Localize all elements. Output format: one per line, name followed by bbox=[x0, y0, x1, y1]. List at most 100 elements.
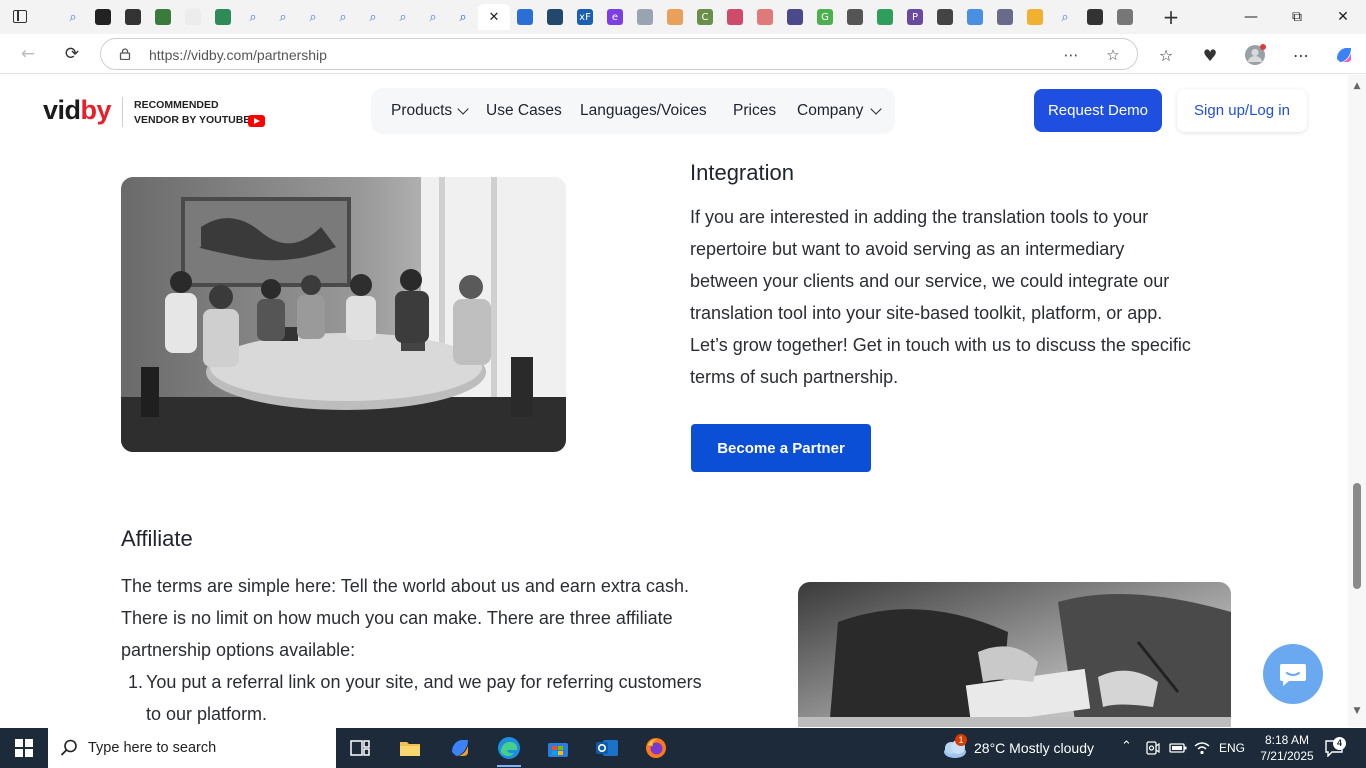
start-button[interactable] bbox=[0, 728, 48, 768]
browser-tab[interactable] bbox=[780, 4, 810, 30]
browser-tab[interactable] bbox=[630, 4, 660, 30]
close-icon[interactable]: ✕ bbox=[489, 10, 500, 25]
browser-tab[interactable]: ⌕ bbox=[238, 4, 268, 30]
affiliate-line: The terms are simple here: Tell the worl… bbox=[121, 576, 689, 596]
refresh-button[interactable]: ⟳ bbox=[60, 42, 84, 66]
become-partner-button[interactable]: Become a Partner bbox=[691, 424, 871, 472]
settings-menu-icon[interactable]: ⋯ bbox=[1290, 44, 1312, 66]
search-icon: ⌕ bbox=[309, 9, 317, 25]
browser-tab[interactable] bbox=[750, 4, 780, 30]
gear-icon bbox=[637, 9, 653, 25]
browser-tab[interactable]: G bbox=[810, 4, 840, 30]
browser-tab[interactable]: ⌕ bbox=[388, 4, 418, 30]
nav-languages-voices[interactable]: Languages/Voices bbox=[580, 102, 707, 120]
browser-tab[interactable] bbox=[208, 4, 238, 30]
scrollbar-thumb[interactable] bbox=[1353, 483, 1361, 589]
back-button[interactable]: ← bbox=[16, 42, 40, 66]
task-view-icon[interactable] bbox=[340, 732, 380, 764]
copilot-icon[interactable] bbox=[1333, 44, 1355, 66]
chevron-down-icon[interactable] bbox=[457, 103, 469, 115]
browser-essentials-icon[interactable]: ♥ bbox=[1199, 44, 1221, 66]
browser-tab[interactable] bbox=[1110, 4, 1140, 30]
vendor-line1: RECOMMENDED bbox=[134, 99, 219, 111]
chevron-up-icon[interactable]: ⌃ bbox=[1121, 739, 1132, 754]
nav-use-cases[interactable]: Use Cases bbox=[486, 102, 562, 120]
more-tools-icon[interactable]: ⋯ bbox=[1061, 45, 1081, 65]
favorites-icon[interactable]: ☆ bbox=[1155, 44, 1177, 66]
browser-tab[interactable] bbox=[540, 4, 570, 30]
notification-center-icon[interactable]: 4 bbox=[1324, 737, 1346, 762]
browser-tab[interactable] bbox=[178, 4, 208, 30]
browser-tab[interactable] bbox=[1080, 4, 1110, 30]
microsoft-store-icon[interactable] bbox=[538, 732, 578, 764]
copilot-app-icon[interactable] bbox=[440, 732, 480, 764]
browser-tab[interactable]: ⌕ bbox=[268, 4, 298, 30]
browser-tab[interactable]: xF bbox=[570, 4, 600, 30]
browser-tab[interactable]: ⌕ bbox=[448, 4, 478, 30]
file-explorer-icon[interactable] bbox=[390, 732, 430, 764]
browser-tab[interactable]: ⌕ bbox=[328, 4, 358, 30]
edge-browser-icon[interactable] bbox=[489, 732, 529, 767]
signup-login-button[interactable]: Sign up/Log in bbox=[1177, 89, 1307, 132]
browser-tab[interactable]: ⌕ bbox=[58, 4, 88, 30]
scroll-up-arrow-icon[interactable]: ▲ bbox=[1352, 81, 1362, 91]
browser-tab[interactable] bbox=[660, 4, 690, 30]
browser-tab[interactable] bbox=[840, 4, 870, 30]
browser-tab[interactable] bbox=[930, 4, 960, 30]
battery-icon[interactable] bbox=[1169, 741, 1187, 759]
browser-tab[interactable] bbox=[960, 4, 990, 30]
maximize-button[interactable]: ⧉ bbox=[1274, 0, 1320, 34]
browser-tab[interactable] bbox=[510, 4, 540, 30]
firefox-icon[interactable] bbox=[636, 732, 676, 764]
request-demo-button[interactable]: Request Demo bbox=[1034, 89, 1162, 132]
browser-tab[interactable]: ⌕ bbox=[298, 4, 328, 30]
language-indicator[interactable]: ENG bbox=[1219, 741, 1245, 755]
favorite-star-icon[interactable]: ☆ bbox=[1103, 45, 1123, 65]
browser-tab[interactable]: ⌕ bbox=[1050, 4, 1080, 30]
outlook-icon[interactable] bbox=[587, 732, 627, 764]
browser-tab[interactable] bbox=[118, 4, 148, 30]
browser-tab[interactable] bbox=[870, 4, 900, 30]
address-bar[interactable]: https://vidby.com/partnership ⋯ ☆ bbox=[100, 38, 1138, 70]
url-host: https://vidby.com bbox=[149, 47, 254, 63]
new-tab-button[interactable]: + bbox=[1160, 6, 1182, 28]
browser-tab[interactable]: C bbox=[690, 4, 720, 30]
browser-tab[interactable]: P bbox=[900, 4, 930, 30]
browser-tab[interactable] bbox=[148, 4, 178, 30]
vendor-line2: VENDOR BY YOUTUBE bbox=[134, 114, 251, 126]
browser-tab[interactable] bbox=[88, 4, 118, 30]
browser-tab[interactable] bbox=[720, 4, 750, 30]
page-scrollbar[interactable]: ▲ ▼ bbox=[1348, 75, 1366, 727]
affiliate-photo bbox=[798, 582, 1231, 727]
weather-text[interactable]: 28°C Mostly cloudy bbox=[974, 740, 1094, 756]
chat-widget-button[interactable] bbox=[1263, 644, 1323, 704]
weather-widget[interactable]: 1 bbox=[942, 734, 968, 764]
browser-tab[interactable] bbox=[1020, 4, 1050, 30]
browser-tab[interactable]: ⌕ bbox=[418, 4, 448, 30]
wifi-icon[interactable] bbox=[1193, 740, 1211, 761]
paw-icon bbox=[547, 9, 563, 25]
meet-now-icon[interactable] bbox=[1145, 740, 1161, 761]
integration-line: translation tool into your site-based to… bbox=[690, 303, 1163, 323]
maps-icon bbox=[215, 9, 231, 25]
nav-products[interactable]: Products bbox=[391, 102, 452, 120]
minimize-button[interactable]: — bbox=[1228, 0, 1274, 34]
browser-tab[interactable]: ⌕ bbox=[358, 4, 388, 30]
close-window-button[interactable]: ✕ bbox=[1320, 0, 1366, 34]
browser-tab[interactable] bbox=[990, 4, 1020, 30]
clock[interactable]: 8:18 AM 7/21/2025 bbox=[1257, 732, 1317, 764]
square-icon bbox=[667, 9, 683, 25]
browser-tab[interactable]: e bbox=[600, 4, 630, 30]
nav-prices[interactable]: Prices bbox=[733, 102, 776, 120]
active-tab[interactable]: ✕ bbox=[478, 4, 510, 30]
vidby-logo[interactable]: vidby bbox=[43, 95, 112, 126]
nav-company[interactable]: Company bbox=[797, 102, 863, 120]
chevron-down-icon[interactable] bbox=[870, 103, 882, 115]
scroll-down-arrow-icon[interactable]: ▼ bbox=[1352, 706, 1362, 716]
integration-line: If you are interested in adding the tran… bbox=[690, 207, 1149, 227]
profile-avatar[interactable] bbox=[1244, 44, 1266, 66]
tab-actions-icon[interactable] bbox=[12, 8, 30, 26]
youtube-vendor-badge: RECOMMENDED VENDOR BY YOUTUBE bbox=[134, 98, 250, 128]
taskbar-search-box[interactable]: Type here to search bbox=[48, 728, 336, 768]
page-viewport: Integration If you are interested in add… bbox=[0, 75, 1348, 727]
